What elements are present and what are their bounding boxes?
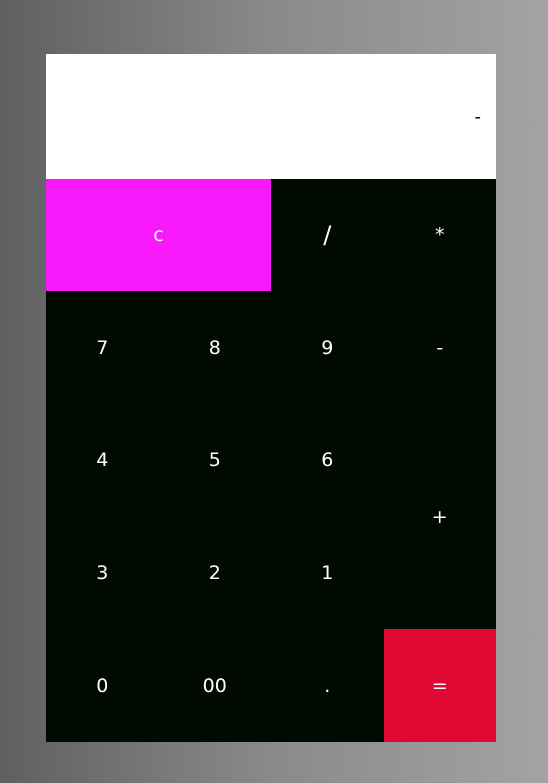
decimal-point-button[interactable]: . — [271, 629, 384, 742]
display-value: - — [474, 106, 482, 127]
digit-1-button[interactable]: 1 — [271, 516, 384, 629]
digit-7-button[interactable]: 7 — [46, 291, 159, 404]
add-button[interactable]: + — [384, 404, 497, 629]
digit-2-button[interactable]: 2 — [159, 516, 272, 629]
divide-button[interactable]: / — [271, 179, 384, 291]
keypad: c / * 7 8 9 - 4 5 6 + 3 2 1 0 00 . = — [46, 179, 496, 742]
digit-6-button[interactable]: 6 — [271, 404, 384, 516]
calculator: - c / * 7 8 9 - 4 5 6 + 3 2 1 0 00 . = — [46, 54, 496, 742]
digit-0-button[interactable]: 0 — [46, 629, 159, 742]
digit-9-button[interactable]: 9 — [271, 291, 384, 404]
digit-4-button[interactable]: 4 — [46, 404, 159, 516]
digit-3-button[interactable]: 3 — [46, 516, 159, 629]
equals-button[interactable]: = — [383, 629, 496, 742]
digit-5-button[interactable]: 5 — [159, 404, 272, 516]
subtract-button[interactable]: - — [384, 291, 497, 404]
display-panel: - — [46, 54, 496, 179]
clear-button[interactable]: c — [46, 179, 271, 291]
double-zero-button[interactable]: 00 — [159, 629, 272, 742]
multiply-button[interactable]: * — [384, 179, 497, 291]
digit-8-button[interactable]: 8 — [159, 291, 272, 404]
